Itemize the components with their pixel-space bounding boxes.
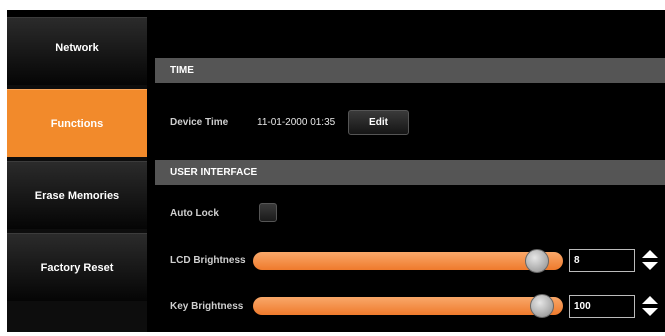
sidebar-item-erase-memories[interactable]: Erase Memories bbox=[7, 161, 147, 229]
sidebar-item-label: Erase Memories bbox=[34, 189, 120, 202]
lcd-brightness-label: LCD Brightness bbox=[170, 255, 246, 266]
sidebar-item-network[interactable]: Network bbox=[7, 17, 147, 85]
sidebar: Network Functions Erase Memories Factory… bbox=[7, 17, 147, 332]
slider-thumb[interactable] bbox=[524, 249, 549, 273]
sidebar-item-factory-reset[interactable]: Factory Reset bbox=[7, 233, 147, 301]
device-time-label: Device Time bbox=[170, 117, 229, 128]
lcd-brightness-value[interactable]: 8 bbox=[569, 249, 635, 272]
main-panel: TIME Device Time 11-01-2000 01:35 Edit U… bbox=[155, 10, 665, 332]
key-brightness-slider[interactable] bbox=[253, 294, 563, 318]
sidebar-item-label: Network bbox=[55, 41, 99, 54]
slider-thumb[interactable] bbox=[530, 294, 555, 318]
up-down-arrows-icon bbox=[642, 296, 658, 316]
key-brightness-label: Key Brightness bbox=[170, 301, 244, 312]
sidebar-item-label: Functions bbox=[50, 117, 104, 130]
edit-time-button[interactable]: Edit bbox=[348, 110, 409, 135]
auto-lock-checkbox[interactable] bbox=[259, 203, 277, 222]
auto-lock-label: Auto Lock bbox=[170, 208, 219, 219]
lcd-brightness-stepper[interactable] bbox=[641, 249, 659, 271]
key-brightness-value[interactable]: 100 bbox=[569, 295, 635, 318]
device-time-value: 11-01-2000 01:35 bbox=[257, 117, 336, 128]
section-header-user-interface: USER INTERFACE bbox=[155, 160, 665, 185]
sidebar-item-label: Factory Reset bbox=[40, 261, 114, 274]
section-header-time: TIME bbox=[155, 58, 665, 83]
up-down-arrows-icon bbox=[642, 250, 658, 270]
sidebar-item-functions[interactable]: Functions bbox=[7, 89, 147, 157]
settings-window: Network Functions Erase Memories Factory… bbox=[7, 10, 665, 332]
key-brightness-stepper[interactable] bbox=[641, 295, 659, 317]
lcd-brightness-slider[interactable] bbox=[253, 249, 563, 273]
